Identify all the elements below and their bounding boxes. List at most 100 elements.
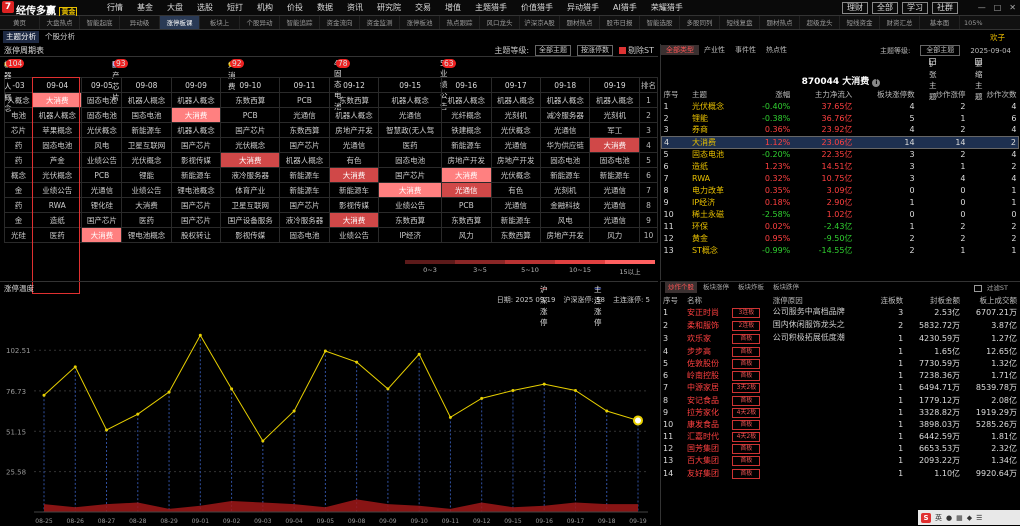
filter-st-checkbox[interactable]: 过滤ST <box>971 282 1014 294</box>
theme-cell[interactable]: PCB <box>220 107 281 123</box>
theme-cell[interactable]: 减冷服务器 <box>539 107 591 123</box>
theme-cell[interactable]: 医药 <box>121 212 172 228</box>
theme-cell[interactable]: 卫星互联网 <box>121 137 172 153</box>
feature-tab[interactable]: 智能选股 <box>640 16 680 29</box>
column-header[interactable]: 09-11 <box>279 77 330 93</box>
theme-cell[interactable]: 东数西算 <box>220 92 281 108</box>
column-header[interactable]: 09-09 <box>170 77 222 93</box>
feature-tab[interactable]: 财资汇总 <box>880 16 920 29</box>
stock-row[interactable]: 5 佐敦股份 首板 1 7730.59万 1.32亿 <box>661 357 1019 369</box>
theme-cell[interactable]: 光伏概念 <box>490 167 541 183</box>
theme-cell[interactable]: 锂电池概念 <box>121 227 172 243</box>
menu-icon[interactable]: ☰ <box>976 514 982 522</box>
right-theme-level-select[interactable]: 全部主题 <box>920 45 961 56</box>
stock-tab[interactable]: 板块涨停 <box>700 282 732 293</box>
theme-cell[interactable]: 大消费 <box>441 167 492 183</box>
feature-tab[interactable]: 短线资金 <box>840 16 880 29</box>
theme-cell[interactable]: 风电 <box>539 212 591 228</box>
feature-tab[interactable]: 异动级 <box>120 16 160 29</box>
header-cell[interactable]: 板上成交额 <box>962 294 1019 306</box>
column-header[interactable]: 09-19 <box>589 77 640 93</box>
theme-cell[interactable]: 光通信 <box>589 182 640 198</box>
header-cell[interactable]: 涨停原因 <box>771 294 872 306</box>
theme-cell[interactable]: 国产芯片 <box>81 212 123 228</box>
theme-cell[interactable]: 风电 <box>81 137 123 153</box>
theme-cell[interactable]: 房地产开发 <box>441 152 492 168</box>
theme-cell[interactable]: 光通信 <box>378 107 443 123</box>
column-header[interactable]: 09-05 <box>81 77 123 93</box>
theme-cell[interactable]: 光刻机 <box>490 107 541 123</box>
theme-cell[interactable]: 东数西算 <box>328 92 380 108</box>
feature-tab[interactable]: 风口龙头 <box>480 16 520 29</box>
header-cell[interactable]: 炒作次数 <box>968 88 1019 100</box>
menu-item[interactable]: 异动猎手 <box>560 0 606 16</box>
theme-cell[interactable]: 铁建概念 <box>441 122 492 138</box>
theme-cell[interactable]: 光通信 <box>539 122 591 138</box>
theme-cell[interactable]: 新能源车 <box>170 167 222 183</box>
theme-cell[interactable]: 东数西算 <box>441 212 492 228</box>
header-cell[interactable]: 连板数 <box>872 294 905 306</box>
column-header[interactable]: 09-12 <box>328 77 380 93</box>
theme-cell[interactable]: 机器人概念 <box>328 107 380 123</box>
header-cell[interactable]: 名称 <box>685 294 730 306</box>
theme-cell[interactable]: 液冷服务器 <box>220 167 281 183</box>
theme-cell[interactable]: 业绩公告 <box>328 227 380 243</box>
theme-cell[interactable]: 国产芯片 <box>279 197 330 213</box>
theme-cell[interactable]: 影视传媒 <box>328 197 380 213</box>
theme-cell[interactable]: 大消费 <box>81 227 123 243</box>
menu-item[interactable]: 资讯 <box>340 0 370 16</box>
theme-cell[interactable]: 房地产开发 <box>328 122 380 138</box>
feature-tab[interactable]: 涨停板课 <box>160 16 200 29</box>
menu-item[interactable]: 行情 <box>100 0 130 16</box>
theme-row[interactable]: 1 光伏概念 -0.40% 37.65亿 4 2 4 <box>662 100 1019 112</box>
theme-cell[interactable]: 光通信 <box>81 182 123 198</box>
header-cell[interactable]: 炒作涨停 <box>917 88 968 100</box>
stock-row[interactable]: 3 欢乐家 首板 公司积极拓展低度潮 1 4230.59万 1.27亿 <box>661 332 1019 345</box>
theme-cell[interactable]: 锂能 <box>121 167 172 183</box>
column-header[interactable]: 09-17 <box>490 77 541 93</box>
header-cell[interactable]: 涨幅 <box>744 88 792 100</box>
theme-cell[interactable]: 智慧政(无人驾 <box>378 122 443 138</box>
theme-cell[interactable]: 固态电池 <box>589 152 640 168</box>
feature-tab[interactable]: 涨停板池 <box>400 16 440 29</box>
header-cell[interactable]: 封板金额 <box>905 294 962 306</box>
menu-item[interactable]: 价值猎手 <box>514 0 560 16</box>
theme-cell[interactable]: 锂化硅 <box>81 197 123 213</box>
theme-cell[interactable]: 大消费 <box>328 167 380 183</box>
theme-cell[interactable]: 金 <box>4 182 33 198</box>
theme-cell[interactable]: 机器人概念 <box>589 92 640 108</box>
theme-cell[interactable]: 国态电池 <box>121 107 172 123</box>
theme-cell[interactable]: 光通信 <box>279 107 330 123</box>
keyboard-icon[interactable]: ▦ <box>956 514 963 522</box>
theme-level-select[interactable]: 全部主题 <box>535 45 572 56</box>
stock-row[interactable]: 2 柔和服饰 2连板 国内休闲服饰龙头之 2 5832.72万 3.87亿 <box>661 319 1019 332</box>
theme-cell[interactable]: 国产芯片 <box>170 137 222 153</box>
theme-cell[interactable]: 国产芯片 <box>170 212 222 228</box>
theme-cell[interactable]: 有色 <box>490 182 541 198</box>
theme-cell[interactable]: 国产设备服务 <box>220 212 281 228</box>
stock-row[interactable]: 13 百大集团 首板 1 2093.22万 1.34亿 <box>661 455 1019 467</box>
column-header[interactable]: 09-08 <box>121 77 172 93</box>
theme-cell[interactable]: 机器人概念 <box>121 92 172 108</box>
theme-cell[interactable]: 军工 <box>589 122 640 138</box>
theme-cell[interactable]: 体育产业 <box>220 182 281 198</box>
theme-cell[interactable]: 新能源车 <box>121 122 172 138</box>
theme-cell[interactable]: 风力 <box>589 227 640 243</box>
stock-row[interactable]: 1 安正时尚 3连板 公司服务中高档品牌 3 2.53亿 6707.21万 <box>661 306 1019 319</box>
theme-row[interactable]: 2 锂能 -0.38% 36.76亿 5 1 6 <box>662 112 1019 124</box>
theme-cell[interactable]: 新能源车 <box>279 167 330 183</box>
theme-type-tab[interactable]: 热点性 <box>761 45 792 55</box>
theme-cell[interactable]: 东数西算 <box>378 212 443 228</box>
column-header[interactable]: 09-10 <box>220 77 281 93</box>
theme-cell[interactable]: 概念 <box>4 167 33 183</box>
theme-cell[interactable]: 新能源车 <box>589 167 640 183</box>
stock-row[interactable]: 12 国芳集团 首板 1 6653.53万 2.32亿 <box>661 443 1019 455</box>
theme-cell[interactable]: 大消费 <box>378 182 443 198</box>
feature-tab[interactable]: 智能追踪 <box>280 16 320 29</box>
theme-cell[interactable]: 新能源车 <box>279 182 330 198</box>
theme-cell[interactable]: 光通信 <box>589 197 640 213</box>
feature-tab[interactable]: 板块上 <box>200 16 240 29</box>
theme-cell[interactable]: 机器人概念 <box>539 92 591 108</box>
stock-row[interactable]: 9 拉芳家化 4天2板 1 3328.82万 1919.29万 <box>661 406 1019 418</box>
theme-cell[interactable]: 光刻机 <box>539 182 591 198</box>
